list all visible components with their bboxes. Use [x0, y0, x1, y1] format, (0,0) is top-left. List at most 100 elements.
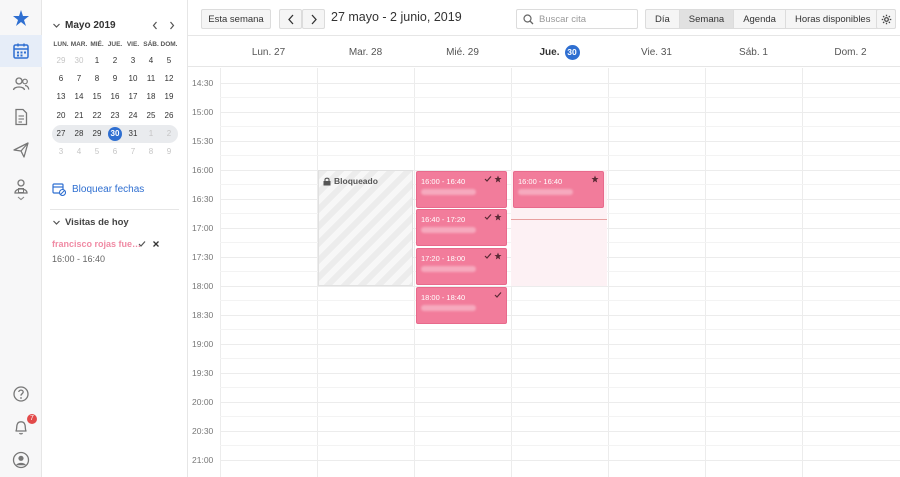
mini-calendar-next-button[interactable] — [165, 18, 179, 32]
mini-calendar-day[interactable]: 14 — [70, 88, 88, 106]
appointment-event[interactable]: 16:40 - 17:20 — [416, 209, 507, 246]
mini-calendar-day[interactable]: 1 — [142, 125, 160, 143]
time-label: 14:30 — [192, 78, 214, 88]
bell-icon[interactable]: 7 — [0, 411, 42, 443]
appointment-event[interactable]: 17:20 - 18:00 — [416, 248, 507, 285]
mini-calendar-day[interactable]: 19 — [160, 88, 178, 106]
mini-calendar-day[interactable]: 3 — [52, 143, 70, 161]
mini-calendar-day[interactable]: 2 — [160, 125, 178, 143]
mini-calendar-day[interactable]: 15 — [88, 88, 106, 106]
icon-rail: 7 — [0, 0, 42, 477]
mini-calendar-day[interactable]: 26 — [160, 107, 178, 125]
mini-calendar-week: 20 21 22 23 24 25 26 — [52, 107, 178, 125]
mini-calendar-day[interactable]: 11 — [142, 70, 160, 88]
mini-calendar-day[interactable]: 1 — [88, 52, 106, 70]
mini-calendar-day[interactable]: 12 — [160, 70, 178, 88]
mini-calendar-day[interactable]: 5 — [160, 52, 178, 70]
mini-calendar-day[interactable]: 3 — [124, 52, 142, 70]
mini-calendar-day[interactable]: 20 — [52, 107, 70, 125]
mini-calendar-day[interactable]: 10 — [124, 70, 142, 88]
mini-calendar-day[interactable]: 25 — [142, 107, 160, 125]
appointment-event[interactable]: 16:00 - 16:40 — [416, 171, 507, 208]
chevron-down-icon — [53, 220, 60, 225]
mini-calendar-day[interactable]: 29 — [88, 125, 106, 143]
mini-calendar-day[interactable]: 7 — [124, 143, 142, 161]
weekday-label: DOM. — [160, 41, 178, 48]
appointment-event[interactable]: 18:00 - 18:40 — [416, 287, 507, 324]
weekday-label: LUN. — [53, 41, 69, 48]
close-icon[interactable] — [152, 240, 160, 248]
mini-calendar-day[interactable]: 9 — [160, 143, 178, 161]
mini-calendar-day[interactable]: 7 — [70, 70, 88, 88]
mini-calendar-day[interactable]: 17 — [124, 88, 142, 106]
view-day-button[interactable]: Día — [646, 10, 680, 28]
view-agenda-button[interactable]: Agenda — [734, 10, 786, 28]
mini-calendar-day[interactable]: 6 — [106, 143, 124, 161]
document-icon[interactable] — [0, 101, 42, 133]
visits-today-header[interactable]: Visitas de hoy — [52, 217, 129, 228]
this-week-button[interactable]: Esta semana — [201, 9, 271, 29]
visit-patient-name[interactable]: francisco rojas fuen... — [52, 239, 142, 249]
mini-calendar-day[interactable]: 22 — [88, 107, 106, 125]
mini-calendar-day[interactable]: 16 — [106, 88, 124, 106]
mini-calendar-day[interactable]: 6 — [52, 70, 70, 88]
check-icon — [494, 292, 502, 298]
mini-calendar-day[interactable]: 27 — [52, 125, 70, 143]
view-week-button[interactable]: Semana — [679, 10, 735, 28]
blocked-slot[interactable]: Bloqueado — [318, 170, 413, 286]
mini-calendar-day[interactable]: 4 — [70, 143, 88, 161]
mini-calendar-day-today[interactable]: 30 — [106, 125, 124, 143]
mini-calendar-day[interactable]: 8 — [142, 143, 160, 161]
mini-calendar-week: 13 14 15 16 17 18 19 — [52, 88, 178, 106]
mini-calendar-day[interactable]: 24 — [124, 107, 142, 125]
send-icon[interactable] — [0, 134, 42, 166]
day-header-tue[interactable]: Mar. 28 — [317, 37, 414, 67]
mini-calendar-weekdays: LUN. MAR. MIÉ. JUE. VIE. SÁB. DOM. — [52, 40, 178, 52]
lock-icon — [323, 177, 331, 185]
mini-calendar-day[interactable]: 9 — [106, 70, 124, 88]
mini-calendar-day[interactable]: 4 — [142, 52, 160, 70]
mini-calendar-day[interactable]: 8 — [88, 70, 106, 88]
mini-calendar-day[interactable]: 21 — [70, 107, 88, 125]
time-gridline — [220, 141, 900, 142]
week-grid[interactable]: 14:30 15:00 15:30 16:00 16:30 17:00 17:3… — [188, 68, 900, 477]
settings-button[interactable] — [876, 9, 896, 29]
mini-calendar-day[interactable]: 13 — [52, 88, 70, 106]
day-header-mon[interactable]: Lun. 27 — [220, 37, 317, 67]
check-icon[interactable] — [138, 240, 146, 248]
search-box[interactable] — [516, 9, 638, 29]
mini-calendar-day[interactable]: 23 — [106, 107, 124, 125]
mini-calendar-day[interactable]: 30 — [70, 52, 88, 70]
mini-calendar-prev-button[interactable] — [148, 18, 162, 32]
mini-calendar-day[interactable]: 28 — [70, 125, 88, 143]
day-header-sun[interactable]: Dom. 2 — [802, 37, 899, 67]
user-settings-icon[interactable] — [0, 174, 42, 206]
mini-calendar-day[interactable]: 31 — [124, 125, 142, 143]
mini-calendar-day[interactable]: 2 — [106, 52, 124, 70]
sidebar: Mayo 2019 LUN. MAR. MIÉ. JUE. VIE. SÁB. … — [42, 0, 188, 477]
calendar-icon[interactable] — [0, 35, 42, 67]
app-logo-icon[interactable] — [0, 2, 42, 34]
day-header-thu-today[interactable]: Jue. 30 — [511, 37, 608, 67]
search-input[interactable] — [539, 13, 631, 25]
event-patient-blurred — [421, 227, 476, 233]
appointment-event[interactable]: 16:00 - 16:40 — [513, 171, 604, 208]
day-header-sat[interactable]: Sáb. 1 — [705, 37, 802, 67]
time-label: 15:30 — [192, 136, 214, 146]
mini-calendar-day[interactable]: 18 — [142, 88, 160, 106]
mini-calendar-week: 29 30 1 2 3 4 5 — [52, 52, 178, 70]
profile-icon[interactable] — [0, 444, 42, 476]
patients-icon[interactable] — [0, 68, 42, 100]
view-available-hours-button[interactable]: Horas disponibles — [786, 10, 880, 28]
chevron-down-icon[interactable] — [52, 21, 61, 30]
prev-week-button[interactable] — [279, 9, 302, 29]
next-week-button[interactable] — [302, 9, 325, 29]
mini-calendar-day[interactable]: 5 — [88, 143, 106, 161]
block-dates-button[interactable]: Bloquear fechas — [52, 182, 144, 196]
time-gridline — [220, 286, 900, 287]
day-header-fri[interactable]: Vie. 31 — [608, 37, 705, 67]
day-header-wed[interactable]: Mié. 29 — [414, 37, 511, 67]
mini-calendar-day[interactable]: 29 — [52, 52, 70, 70]
event-status-icons — [484, 252, 502, 260]
help-icon[interactable] — [0, 378, 42, 410]
